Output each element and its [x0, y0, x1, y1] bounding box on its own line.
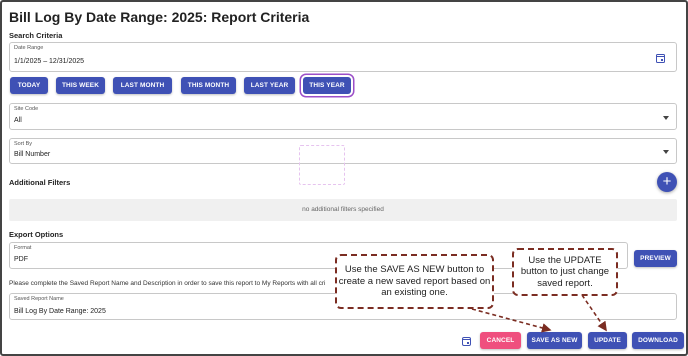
update-callout: Use the UPDATE button to just change sav…	[512, 248, 618, 296]
save-as-new-callout: Use the SAVE AS NEW button to create a n…	[335, 254, 494, 309]
update-callout-text: Use the UPDATE button to just change sav…	[520, 254, 610, 289]
save-as-new-callout-text: Use the SAVE AS NEW button to create a n…	[338, 264, 491, 299]
save-as-new-arrow	[471, 308, 552, 333]
report-criteria-window: Bill Log By Date Range: 2025: Report Cri…	[0, 0, 688, 356]
update-arrow	[581, 294, 607, 332]
